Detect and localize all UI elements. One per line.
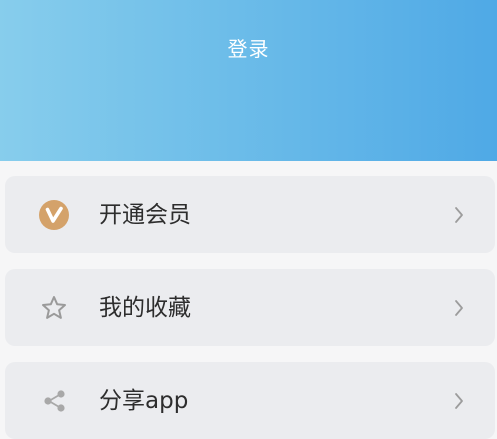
- star-icon: [38, 292, 70, 324]
- menu-item-label: 我的收藏: [99, 295, 191, 321]
- menu-item-label: 分享app: [99, 388, 189, 414]
- vip-badge-icon: [38, 199, 70, 231]
- chevron-right-icon: [452, 391, 466, 411]
- chevron-right-icon: [452, 205, 466, 225]
- login-link[interactable]: 登录: [0, 36, 497, 62]
- profile-header: 登录: [0, 0, 497, 161]
- menu-item-vip[interactable]: 开通会员: [5, 176, 495, 253]
- share-icon: [38, 385, 70, 417]
- menu-item-favorites[interactable]: 我的收藏: [5, 269, 495, 346]
- menu-item-label: 开通会员: [99, 202, 191, 228]
- menu-item-share[interactable]: 分享app: [5, 362, 495, 439]
- chevron-right-icon: [452, 298, 466, 318]
